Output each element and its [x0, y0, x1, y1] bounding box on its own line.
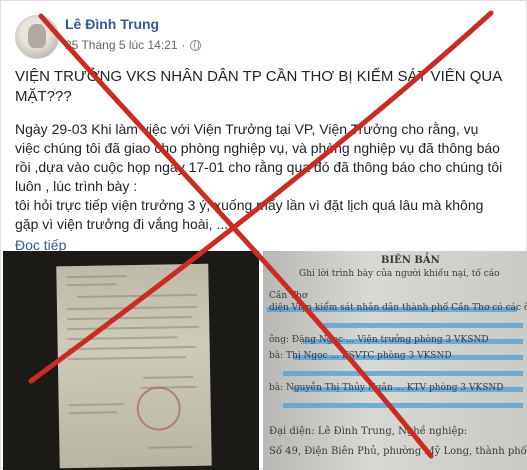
paragraph-line: gặp vì viện trưởng đi vắng hoài, ...: [15, 216, 229, 232]
document-line: bà: Thị Ngọc ... KSVTC phòng 3 VKSND: [269, 351, 452, 361]
document-line: ông: Đặng Ngọc ... Viện trưởng phòng 3 V…: [269, 335, 489, 345]
paragraph-line: tôi hỏi trực tiếp viện trưởng 3 ý, xuống…: [15, 197, 484, 213]
document-paper: [56, 263, 212, 469]
document-line: Ghi lời trình bày của người khiếu nại, t…: [299, 269, 500, 279]
document-line: diện Viện kiểm sát nhân dân thành phố Cầ…: [269, 303, 527, 313]
photo-document-left[interactable]: [3, 251, 259, 470]
document-line: bà: Nguyễn Thị Thủy Ngân ... KTV phòng 3…: [269, 383, 504, 393]
paragraph-line: Ngày 29-03 Khi làm việc với Viện Trưởng …: [15, 121, 479, 137]
photo-document-right[interactable]: BIÊN BẢN Ghi lời trình bày của người khi…: [263, 251, 527, 470]
paragraph-line: rồi ,dựa vào cuộc họp ngày 17-01 cho rằn…: [15, 159, 503, 175]
globe-icon[interactable]: [189, 39, 201, 51]
avatar[interactable]: [15, 15, 59, 59]
document-heading: BIÊN BẢN: [381, 255, 440, 266]
facebook-post: Lê Đình Trung 25 Tháng 5 lúc 14:21 · VIỆ…: [0, 0, 527, 470]
author-name[interactable]: Lê Đình Trung: [65, 16, 159, 32]
paragraph-line: việc chúng tôi đã giao cho phòng nghiệp …: [15, 140, 500, 156]
photo-grid: BIÊN BẢN Ghi lời trình bày của người khi…: [1, 251, 527, 470]
document-line: Đại diện: Lê Đình Trung, Nghề nghiệp:: [269, 426, 468, 437]
post-paragraph: Ngày 29-03 Khi làm việc với Viện Trưởng …: [15, 120, 520, 234]
post-meta: 25 Tháng 5 lúc 14:21 ·: [65, 38, 201, 52]
post-title: VIỆN TRƯỞNG VKS NHÂN DÂN TP CẦN THƠ BỊ K…: [15, 68, 502, 105]
post-body: VIỆN TRƯỞNG VKS NHÂN DÂN TP CẦN THƠ BỊ K…: [15, 67, 520, 255]
paragraph-line: luôn , lúc trình bày :: [15, 178, 138, 194]
document-line: Cần Thơ: [269, 291, 308, 301]
document-line: Số 49, Điện Biên Phủ, phường Mỹ Long, th…: [269, 446, 527, 457]
post-timestamp[interactable]: 25 Tháng 5 lúc 14:21: [65, 38, 178, 52]
stamp-seal: [136, 386, 182, 431]
